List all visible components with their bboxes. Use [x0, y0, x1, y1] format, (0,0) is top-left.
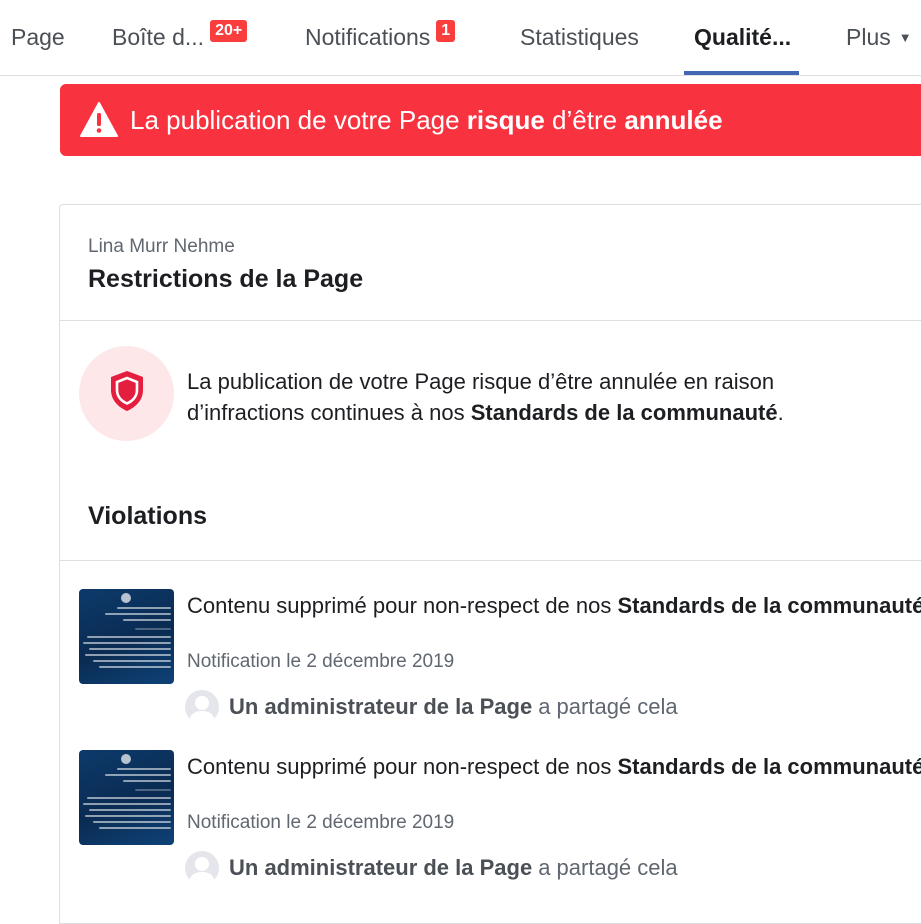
tab-more[interactable]: Plus ▼	[846, 0, 912, 75]
shared-suffix: a partagé cela	[538, 694, 678, 719]
notifications-count-badge: 1	[436, 19, 456, 42]
card-title: Restrictions de la Page	[88, 265, 364, 293]
inbox-count-badge: 20+	[210, 19, 248, 42]
avatar	[185, 851, 219, 885]
tab-notifications[interactable]: Notifications 1	[305, 0, 456, 75]
page-tab-bar: Page Boîte d... 20+ Notifications 1 Stat…	[0, 0, 921, 76]
page-restrictions-card: Lina Murr Nehme Restrictions de la Page …	[59, 204, 921, 924]
violation-item: Contenu supprimé pour non-respect de nos…	[79, 750, 921, 900]
shared-by-line: Un administrateur de la Page a partagé c…	[185, 690, 678, 724]
warning-icon	[80, 102, 118, 138]
tab-inbox[interactable]: Boîte d... 20+	[112, 0, 248, 75]
divider	[60, 560, 921, 561]
tab-label: Boîte d...	[112, 24, 205, 50]
tab-statistics[interactable]: Statistiques	[520, 0, 639, 75]
admin-link[interactable]: Un administrateur de la Page	[229, 855, 532, 881]
post-thumbnail[interactable]	[79, 589, 174, 684]
shared-by-line: Un administrateur de la Page a partagé c…	[185, 851, 678, 885]
tab-label: Statistiques	[520, 24, 639, 50]
active-tab-indicator	[684, 71, 799, 75]
avatar	[185, 690, 219, 724]
violation-description: Contenu supprimé pour non-respect de nos…	[187, 593, 921, 618]
tab-label: Qualité...	[694, 24, 792, 50]
caret-down-icon: ▼	[898, 30, 912, 45]
shield-icon	[107, 369, 147, 418]
notification-date: Notification le 2 décembre 2019	[187, 812, 455, 833]
tab-label: Notifications	[305, 24, 431, 50]
banner-text: La publication de votre Page risque d’êt…	[130, 104, 723, 135]
shared-suffix: a partagé cela	[538, 855, 678, 880]
tab-label: Page	[11, 24, 65, 50]
page-name: Lina Murr Nehme	[88, 236, 235, 257]
user-silhouette-icon	[189, 696, 215, 724]
tab-page[interactable]: Page	[11, 0, 65, 75]
tab-label: Plus	[846, 24, 891, 50]
violation-description: Contenu supprimé pour non-respect de nos…	[187, 754, 921, 779]
violations-heading: Violations	[88, 502, 208, 530]
unpublish-warning-banner: La publication de votre Page risque d’êt…	[60, 84, 921, 156]
card-header: Lina Murr Nehme Restrictions de la Page	[60, 205, 921, 321]
user-silhouette-icon	[189, 857, 215, 885]
notification-date: Notification le 2 décembre 2019	[187, 651, 455, 672]
restriction-description: La publication de votre Page risque d’êt…	[187, 369, 784, 425]
post-thumbnail[interactable]	[79, 750, 174, 845]
tab-page-quality[interactable]: Qualité...	[694, 0, 791, 75]
violation-item: Contenu supprimé pour non-respect de nos…	[79, 589, 921, 739]
admin-link[interactable]: Un administrateur de la Page	[229, 694, 532, 720]
shield-icon-container	[79, 346, 174, 441]
